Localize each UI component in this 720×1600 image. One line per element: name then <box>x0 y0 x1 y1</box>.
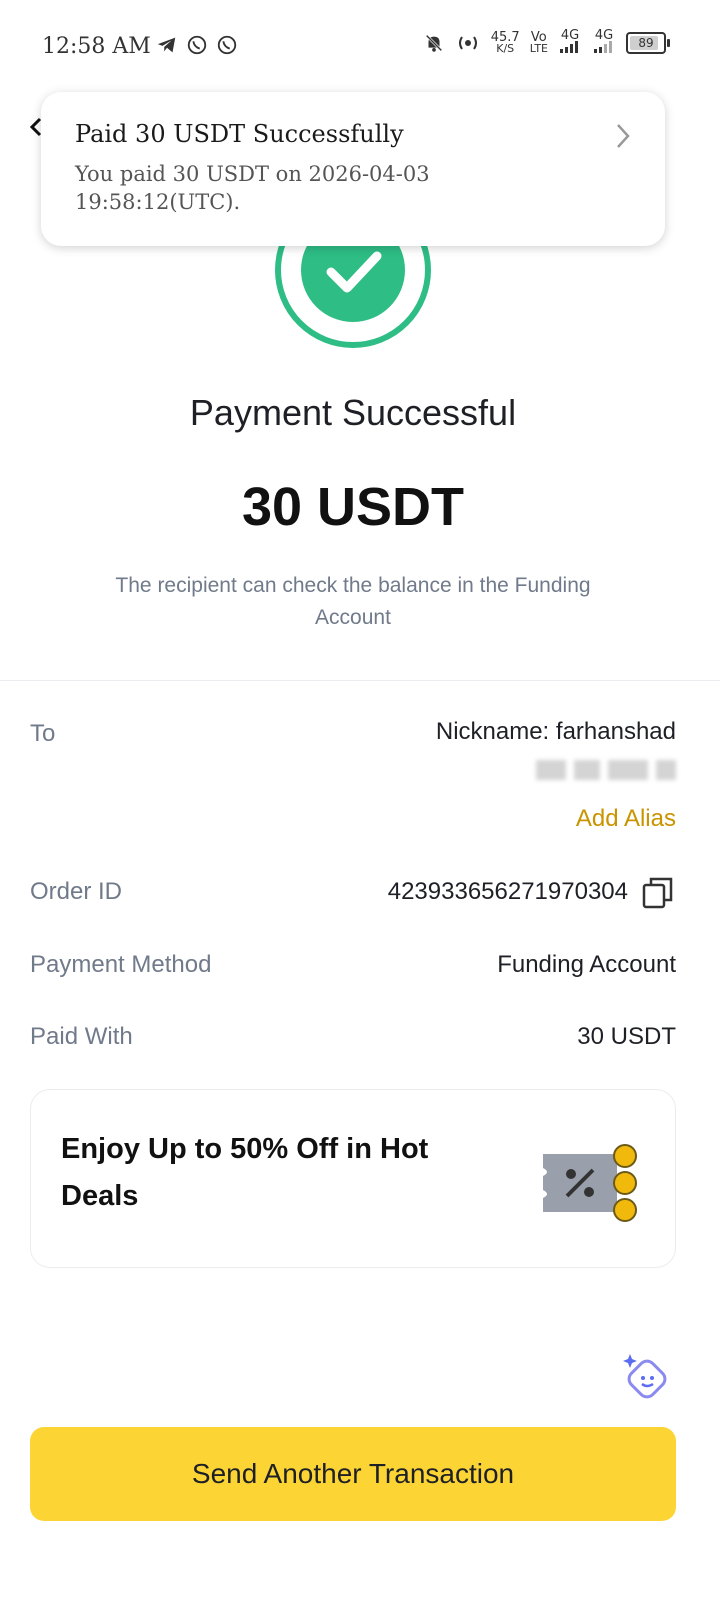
status-indicators: 45.7 K/S Vo LTE 4G 4G 89 <box>423 29 670 55</box>
network-speed: 45.7 K/S <box>490 29 520 55</box>
divider <box>0 680 720 681</box>
notification-body: You paid 30 USDT on 2026-04-03 19:58:12(… <box>75 162 430 214</box>
notification-title: Paid 30 USDT Successfully <box>75 120 404 148</box>
signal-1: 4G <box>558 29 582 55</box>
volte-indicator: Vo LTE <box>529 29 548 55</box>
mute-bell-icon <box>425 34 443 52</box>
ai-assistant-icon[interactable] <box>622 1352 672 1402</box>
payment-method-value: Funding Account <box>497 951 676 978</box>
to-label: To <box>30 720 56 747</box>
recipient-id-redacted <box>536 760 676 780</box>
hotspot-icon <box>458 35 477 50</box>
payment-note: The recipient can check the balance in t… <box>115 574 591 629</box>
order-id-label: Order ID <box>30 878 123 905</box>
battery-level: 89 <box>638 35 654 50</box>
signal-icon <box>594 41 612 53</box>
signal-2: 4G <box>592 29 616 55</box>
status-app-icons <box>156 34 238 56</box>
hot-deals-banner[interactable]: Enjoy Up to 50% Off in Hot Deals <box>30 1089 676 1268</box>
whatsapp-icon <box>217 35 237 55</box>
copy-icon[interactable] <box>642 876 674 910</box>
paid-with-value: 30 USDT <box>577 1023 676 1050</box>
order-id-value: 423933656271970304 <box>387 878 628 905</box>
promo-text: Enjoy Up to 50% Off in Hot Deals <box>61 1133 429 1212</box>
payment-notification[interactable]: Paid 30 USDT Successfully You paid 30 US… <box>41 92 665 246</box>
payment-amount: 30 USDT <box>241 477 465 537</box>
payment-status-title: Payment Successful <box>189 392 517 433</box>
send-another-transaction-button[interactable]: Send Another Transaction <box>30 1427 676 1521</box>
recipient-nickname: Nickname: farhanshad <box>435 718 676 742</box>
battery-icon: 89 <box>626 31 670 54</box>
whatsapp-icon <box>187 35 207 55</box>
payment-method-label: Payment Method <box>30 951 212 978</box>
telegram-icon <box>157 37 176 53</box>
paid-with-label: Paid With <box>30 1023 133 1050</box>
coupon-icon <box>543 1144 637 1222</box>
chevron-right-icon <box>617 124 630 148</box>
signal-icon <box>560 41 578 53</box>
add-alias-link[interactable]: Add Alias <box>576 805 676 833</box>
status-bar: 12:58 AM 45.7 K/S Vo LTE 4G 4G 89 <box>0 0 720 92</box>
status-time: 12:58 AM <box>42 34 151 59</box>
